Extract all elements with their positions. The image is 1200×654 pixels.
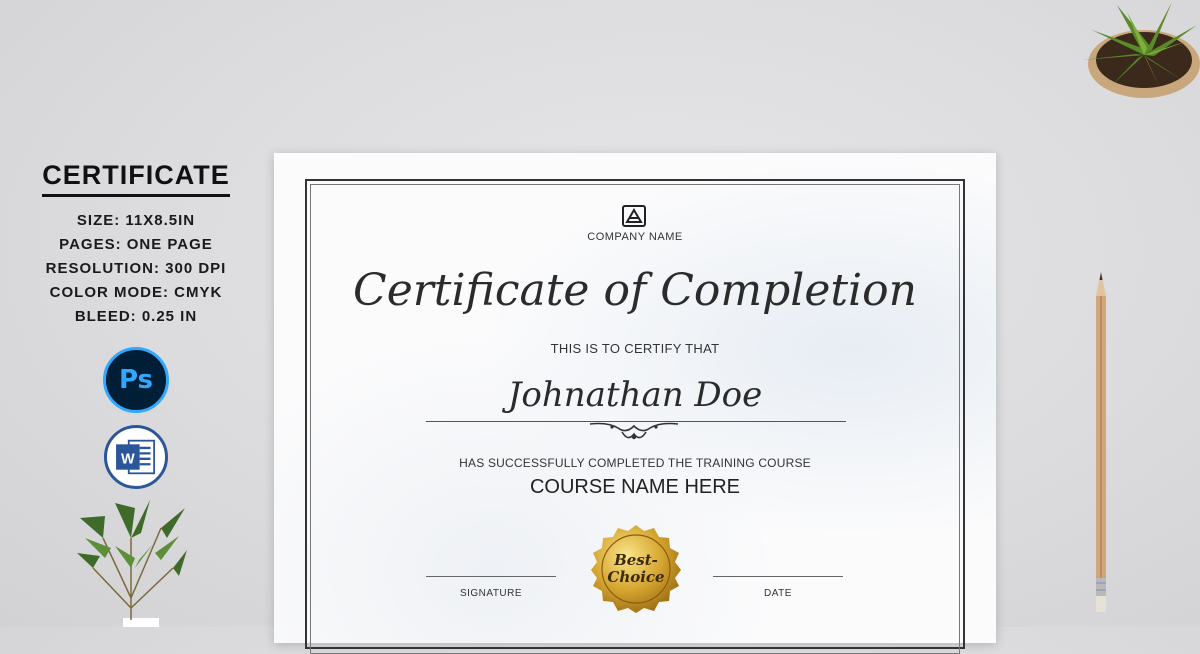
flourish-ornament-icon (589, 422, 679, 440)
palm-plant-decoration (77, 500, 187, 627)
potted-plant-top-decoration (1082, 2, 1200, 98)
seal-text-line1: Best- (613, 551, 658, 569)
date-label: DATE (764, 588, 792, 599)
recipient-name: Johnathan Doe (507, 375, 763, 415)
signature-label: SIGNATURE (459, 588, 523, 599)
certify-text: THIS IS TO CERTIFY THAT (550, 341, 720, 356)
spec-resolution: RESOLUTION: 300 DPI (45, 260, 227, 277)
certificate-title: Certificate of Completion (353, 265, 917, 316)
spec-color-mode: COLOR MODE: CMYK (49, 284, 223, 301)
course-name: COURSE NAME HERE (529, 476, 741, 498)
spec-size: SIZE: 11X8.5IN (76, 212, 196, 229)
company-logo-icon (622, 205, 646, 227)
company-name: COMPANY NAME (587, 231, 683, 243)
seal-text-line2: Choice (607, 568, 664, 586)
completed-text: HAS SUCCESSFULLY COMPLETED THE TRAINING … (459, 456, 811, 470)
gold-seal-badge: Best- Choice (591, 525, 681, 613)
product-specs-panel: CERTIFICATE SIZE: 11X8.5IN PAGES: ONE PA… (0, 160, 272, 329)
spec-pages: PAGES: ONE PAGE (59, 236, 213, 253)
word-icon-label: W (121, 451, 135, 467)
word-icon: W (104, 425, 168, 489)
spec-bleed: BLEED: 0.25 IN (74, 308, 198, 325)
photoshop-icon-label: Ps (118, 365, 154, 395)
photoshop-icon: Ps (103, 347, 169, 413)
signature-line (426, 576, 556, 577)
panel-title: CERTIFICATE (42, 160, 230, 197)
pencil-decoration (1096, 272, 1106, 612)
certificate-document: COMPANY NAME Certificate of Completion T… (274, 153, 996, 654)
date-line (713, 576, 843, 577)
